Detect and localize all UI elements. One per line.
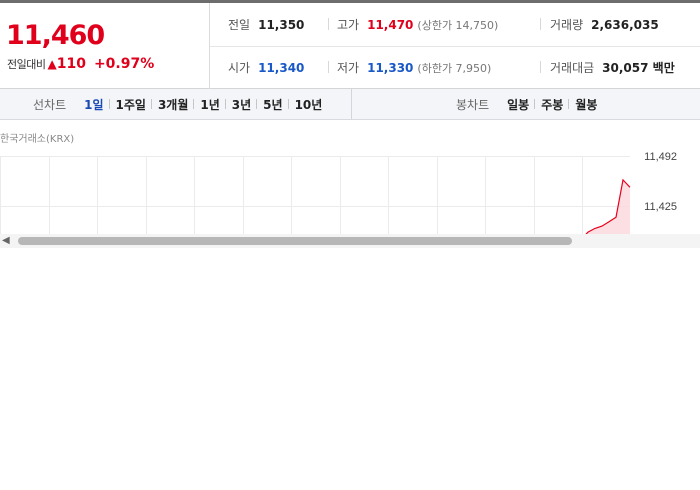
scrollbar-thumb[interactable] (18, 237, 572, 245)
y-tick-label: 11,492 (644, 151, 677, 163)
stat-value: 11,350 (258, 18, 305, 32)
chart-scrollbar[interactable]: ◀ (0, 234, 700, 248)
line-chart-label: 선차트 (33, 97, 67, 112)
change-label: 전일대비 (7, 58, 46, 71)
price-summary: 11,460 전일대비 ▲110 +0.97% (0, 3, 210, 89)
source-label: 한국거래소(KRX) (0, 134, 75, 145)
stat-value: 11,330 (367, 61, 414, 75)
stat-value: 2,636,035 (591, 18, 659, 32)
stat-high: 고가 11,470 (상한가 14,750) (337, 16, 498, 33)
stat-sub: (하한가 7,950) (417, 62, 492, 75)
line-chart-periods: 선차트 1일 1주일 3개월 1년 3년 5년 10년 (0, 89, 352, 119)
monthly-candle-button[interactable]: 월봉 (568, 96, 603, 113)
change-value: 110 (56, 56, 86, 72)
stat-open: 시가 11,340 (228, 59, 304, 76)
period-3y-button[interactable]: 3년 (224, 96, 257, 113)
stat-trade-amount: 거래대금 30,057 백만 (550, 59, 675, 76)
stat-value: 30,057 백만 (602, 61, 675, 75)
candle-chart-periods: 봉차트 일봉 주봉 월봉 (352, 89, 700, 119)
stat-label: 전일 (228, 18, 251, 32)
chart-toolbar: 선차트 1일 1주일 3개월 1년 3년 5년 10년 봉차트 일봉 주봉 월봉 (0, 89, 700, 120)
scroll-left-arrow-icon[interactable]: ◀ (2, 235, 10, 246)
stat-row-2: 시가 11,340 저가 11,330 (하한가 7,950) 거래대금 30,057 … (210, 46, 700, 89)
period-3m-button[interactable]: 3개월 (150, 96, 194, 113)
stat-label: 시가 (228, 61, 251, 75)
stat-label: 거래대금 (550, 61, 595, 75)
y-tick-label: 11,425 (644, 201, 677, 213)
divider (540, 61, 541, 73)
stat-grid: 전일 11,350 고가 11,470 (상한가 14,750) 거래량 2,636,0… (210, 3, 700, 89)
change-row: 전일대비 ▲110 +0.97% (7, 56, 154, 72)
stat-sub: (상한가 14,750) (417, 19, 499, 32)
chart-canvas: 11,492 11,425 (0, 151, 677, 234)
period-10y-button[interactable]: 10년 (287, 96, 329, 113)
stat-value: 11,470 (367, 18, 414, 32)
stat-prev-close: 전일 11,350 (228, 16, 304, 33)
stat-label: 고가 (337, 18, 360, 32)
current-price: 11,460 (6, 20, 105, 51)
stat-value: 11,340 (258, 61, 305, 75)
divider (540, 18, 541, 30)
stat-label: 거래량 (550, 18, 584, 32)
divider (328, 18, 329, 30)
divider (328, 61, 329, 73)
period-1d-button[interactable]: 1일 (78, 96, 109, 113)
daily-candle-button[interactable]: 일봉 (501, 96, 535, 113)
candle-chart-label: 봉차트 (456, 97, 490, 112)
quote-panel: 11,460 전일대비 ▲110 +0.97% 전일 11,350 고가 11,470(… (0, 0, 700, 89)
change-rate: +0.97% (93, 56, 155, 72)
stat-row-1: 전일 11,350 고가 11,470 (상한가 14,750) 거래량 2,636,0… (210, 3, 700, 47)
price-chart: 11,492 11,425 한국거래소(KRX) (0, 120, 700, 250)
period-5y-button[interactable]: 5년 (256, 96, 288, 113)
stat-low: 저가 11,330 (하한가 7,950) (337, 59, 491, 76)
period-1w-button[interactable]: 1주일 (108, 96, 152, 113)
period-1y-button[interactable]: 1년 (193, 96, 225, 113)
stat-volume: 거래량 2,636,035 (550, 16, 659, 33)
up-arrow-icon: ▲ (47, 57, 57, 71)
stat-label: 저가 (337, 61, 360, 75)
weekly-candle-button[interactable]: 주봉 (534, 96, 569, 113)
